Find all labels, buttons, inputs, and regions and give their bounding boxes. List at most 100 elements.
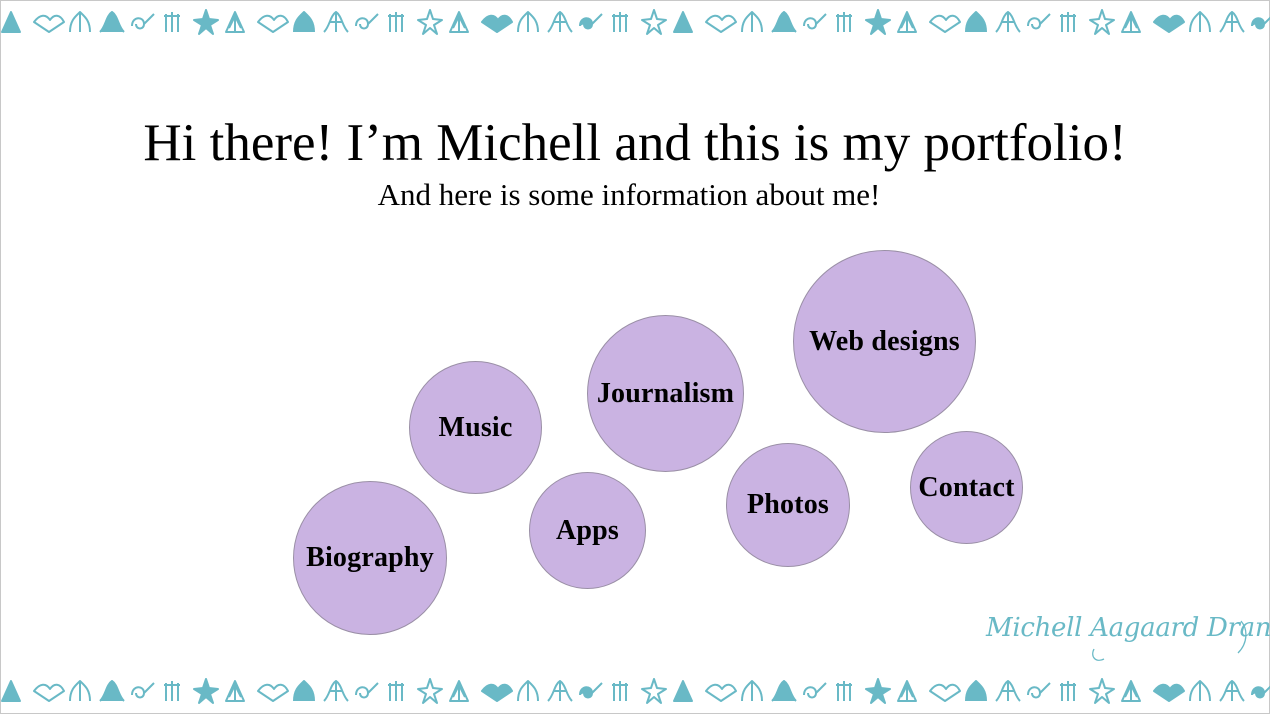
ornament-motif-icon [1027, 13, 1051, 30]
ornament-motif-icon [1, 11, 21, 33]
ornament-motif-icon [741, 680, 763, 702]
nav-bubble-label: Music [438, 411, 513, 443]
ornament-motif-icon [131, 13, 155, 30]
page-subtitle: And here is some information about me! [377, 177, 881, 212]
ornament-motif-icon [1121, 680, 1141, 702]
ornament-motif-icon [69, 680, 91, 702]
ornament-motif-icon [803, 13, 827, 30]
ornament-motif-icon [517, 680, 539, 702]
ornament-motif-icon [355, 682, 379, 699]
ornament-motif-icon [641, 678, 667, 704]
ornament-motif-icon [1089, 678, 1115, 704]
ornament-motif-icon [323, 11, 349, 33]
ornament-motif-icon [705, 683, 737, 702]
nav-bubble-label: Photos [746, 489, 830, 520]
ornament-motif-icon [481, 14, 513, 33]
ornament-motif-icon [69, 11, 91, 33]
nav-bubble-label: Apps [555, 514, 620, 546]
ornament-motif-icon [1189, 680, 1211, 702]
ornament-motif-icon [1219, 11, 1245, 33]
ornament-motif-icon [1219, 680, 1245, 702]
ornament-motif-icon [1189, 11, 1211, 33]
ornament-motif-icon [1251, 685, 1270, 699]
ornament-motif-icon [293, 680, 315, 702]
ornament-motif-icon [995, 680, 1021, 702]
signature-flourish-icon [1092, 620, 1247, 661]
ornament-motif-icon [164, 681, 180, 701]
ornament-motif-icon [323, 680, 349, 702]
ornament-motif-icon [225, 11, 245, 33]
ornament-motif-icon [1060, 12, 1076, 32]
ornament-motif-icon [547, 11, 573, 33]
nav-bubble-label: Contact [918, 471, 1015, 503]
ornamental-border-bottom-icon [0, 672, 1270, 706]
ornament-motif-icon [417, 9, 443, 35]
ornament-motif-icon [449, 680, 469, 702]
ornament-motif-icon [1, 680, 21, 702]
ornament-motif-icon [579, 682, 603, 699]
ornament-motif-icon [836, 681, 852, 701]
ornament-motif-icon [131, 682, 155, 699]
ornament-motif-icon [865, 678, 891, 704]
ornament-motif-icon [865, 9, 891, 35]
ornament-motif-icon [293, 11, 315, 33]
ornament-motif-icon [673, 680, 693, 702]
ornament-motif-icon [803, 682, 827, 699]
ornament-motif-icon [517, 11, 539, 33]
ornament-motif-icon [929, 683, 961, 702]
ornament-motif-icon [1060, 681, 1076, 701]
ornament-motif-icon [641, 9, 667, 35]
ornament-motif-icon [897, 680, 917, 702]
ornament-motif-icon [99, 680, 125, 702]
ornament-motif-icon [33, 683, 65, 702]
ornament-motif-icon [449, 11, 469, 33]
nav-bubble-label: Web designs [809, 325, 960, 357]
ornament-motif-icon [257, 683, 289, 702]
ornament-motif-icon [355, 13, 379, 30]
nav-bubble-music[interactable]: Music [409, 361, 542, 494]
ornament-motif-icon [1121, 11, 1141, 33]
nav-bubble-web-designs[interactable]: Web designs [793, 250, 976, 433]
ornament-motif-icon [771, 11, 797, 33]
nav-bubble-apps[interactable]: Apps [529, 472, 646, 589]
ornament-motif-icon [1089, 9, 1115, 35]
ornament-motif-icon [417, 678, 443, 704]
ornament-motif-icon [193, 9, 219, 35]
ornament-motif-icon [257, 14, 289, 33]
ornament-motif-icon [33, 14, 65, 33]
ornament-motif-icon [388, 681, 404, 701]
nav-bubble-journalism[interactable]: Journalism [587, 315, 744, 472]
ornament-motif-icon [481, 683, 513, 702]
ornament-motif-icon [579, 13, 603, 30]
ornament-motif-icon [1153, 14, 1185, 33]
ornament-motif-icon [612, 12, 628, 32]
ornament-motif-icon [1251, 16, 1270, 30]
ornament-motif-icon [388, 12, 404, 32]
ornament-motif-icon [771, 680, 797, 702]
ornament-motif-icon [929, 14, 961, 33]
ornament-motif-icon [193, 678, 219, 704]
nav-bubble-photos[interactable]: Photos [726, 443, 850, 567]
signature: Michell Aagaard Dranig [986, 609, 1270, 669]
ornament-motif-icon [995, 11, 1021, 33]
nav-bubble-label: Journalism [596, 377, 735, 409]
ornament-motif-icon [225, 680, 245, 702]
nav-bubble-biography[interactable]: Biography [293, 481, 447, 635]
ornament-motif-icon [1153, 683, 1185, 702]
nav-bubble-label: Biography [306, 542, 434, 573]
ornament-motif-icon [547, 680, 573, 702]
ornamental-border-top-icon [0, 3, 1270, 37]
ornament-motif-icon [965, 680, 987, 702]
page-title: Hi there! I’m Michell and this is my por… [143, 114, 1127, 172]
ornament-motif-icon [673, 11, 693, 33]
ornament-motif-icon [1027, 682, 1051, 699]
ornament-motif-icon [965, 11, 987, 33]
ornament-motif-icon [99, 11, 125, 33]
ornament-motif-icon [836, 12, 852, 32]
ornament-motif-icon [705, 14, 737, 33]
ornament-motif-icon [741, 11, 763, 33]
nav-bubble-contact[interactable]: Contact [910, 431, 1023, 544]
ornament-motif-icon [897, 11, 917, 33]
ornament-motif-icon [164, 12, 180, 32]
ornament-motif-icon [612, 681, 628, 701]
